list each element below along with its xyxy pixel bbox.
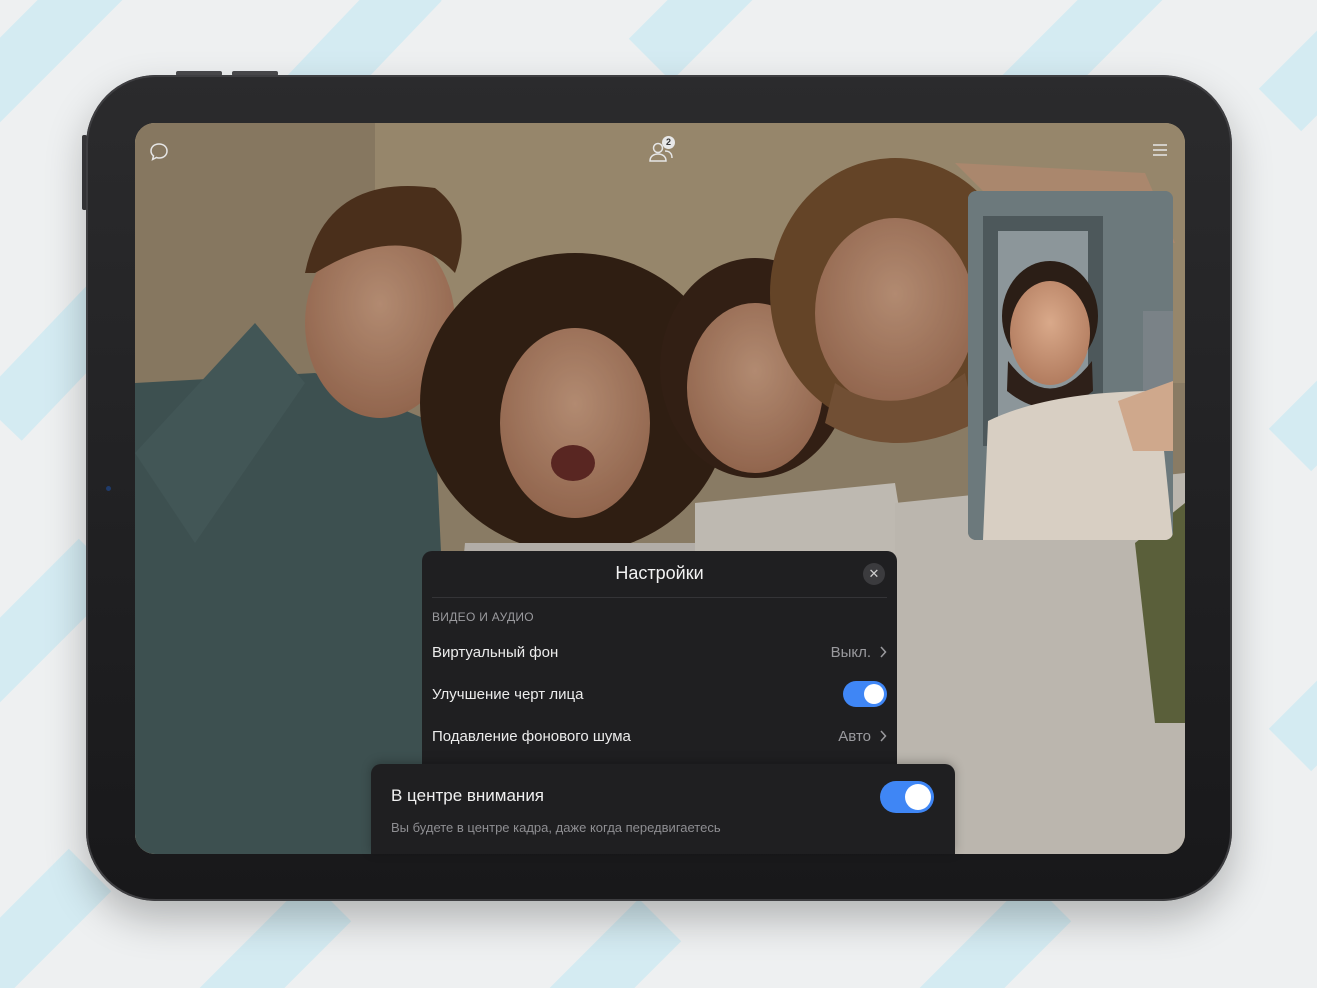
section-label-video-audio: ВИДЕО И АУДИО <box>432 610 534 624</box>
chevron-right-icon <box>880 646 887 658</box>
front-camera <box>106 486 111 491</box>
settings-divider <box>432 597 887 598</box>
setting-row-virtual-background[interactable]: Виртуальный фон Выкл. <box>432 637 887 667</box>
call-screen: 2 Настройки ✕ ВИДЕО И АУДИО Виртуальный … <box>135 123 1185 854</box>
setting-row-face-enhancement: Улучшение черт лица <box>432 679 887 709</box>
face-enhancement-toggle[interactable] <box>843 681 887 707</box>
spotlight-title: В центре внимания <box>391 786 545 805</box>
setting-value: Выкл. <box>830 643 871 661</box>
setting-value: Авто <box>838 727 871 745</box>
setting-label: Виртуальный фон <box>432 643 559 661</box>
settings-title: Настройки <box>615 563 704 583</box>
chat-icon[interactable] <box>148 141 170 163</box>
chevron-right-icon <box>880 730 887 742</box>
self-view-video[interactable] <box>968 191 1173 540</box>
spotlight-toggle[interactable] <box>880 781 934 813</box>
setting-label: Улучшение черт лица <box>432 685 584 703</box>
menu-icon[interactable] <box>1152 143 1168 157</box>
close-button[interactable]: ✕ <box>863 563 885 585</box>
toggle-knob <box>905 784 931 810</box>
self-view-image <box>968 191 1173 540</box>
spotlight-subtitle: Вы будете в центре кадра, даже когда пер… <box>391 820 721 835</box>
spotlight-card: В центре внимания Вы будете в центре кад… <box>371 764 955 854</box>
toggle-knob <box>864 684 884 704</box>
participants-count-badge: 2 <box>662 136 675 149</box>
close-icon: ✕ <box>868 566 880 581</box>
setting-row-noise-suppression[interactable]: Подавление фонового шума Авто <box>432 721 887 751</box>
setting-label: Подавление фонового шума <box>432 727 631 745</box>
